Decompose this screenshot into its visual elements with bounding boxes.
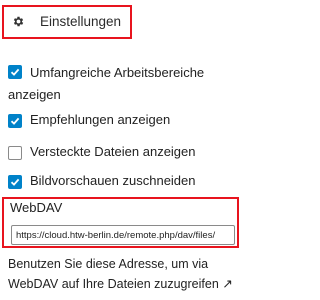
option-label-recommendations: Empfehlungen anzeigen [30,112,171,127]
settings-title: Einstellungen [40,14,122,29]
checkbox-recommendations[interactable] [8,114,22,128]
option-label-crop-previews: Bildvorschauen zuschneiden [30,173,196,188]
option-recommendations[interactable]: Empfehlungen anzeigen [8,112,171,130]
option-crop-previews[interactable]: Bildvorschauen zuschneiden [8,173,196,191]
check-icon [10,178,20,186]
webdav-hint-link[interactable]: Benutzen Sie diese Adresse, um via WebDA… [8,257,233,291]
check-icon [10,117,20,125]
checkbox-crop-previews[interactable] [8,175,22,189]
option-label-workspaces: Umfangreiche Arbeitsbereiche anzeigen [8,65,205,102]
webdav-url-field[interactable] [11,225,235,245]
check-icon [10,68,20,76]
option-workspaces[interactable]: Umfangreiche Arbeitsbereiche anzeigen [8,62,248,106]
gear-icon [13,16,24,27]
webdav-hint: Benutzen Sie diese Adresse, um via WebDA… [8,254,258,294]
webdav-label: WebDAV [10,200,63,215]
checkbox-hidden-files[interactable] [8,146,22,160]
settings-section-toggle[interactable]: Einstellungen [2,5,132,39]
option-label-hidden-files: Versteckte Dateien anzeigen [30,144,196,159]
option-hidden-files[interactable]: Versteckte Dateien anzeigen [8,144,196,162]
checkbox-workspaces[interactable] [8,65,22,79]
webdav-section: WebDAV [2,197,239,248]
